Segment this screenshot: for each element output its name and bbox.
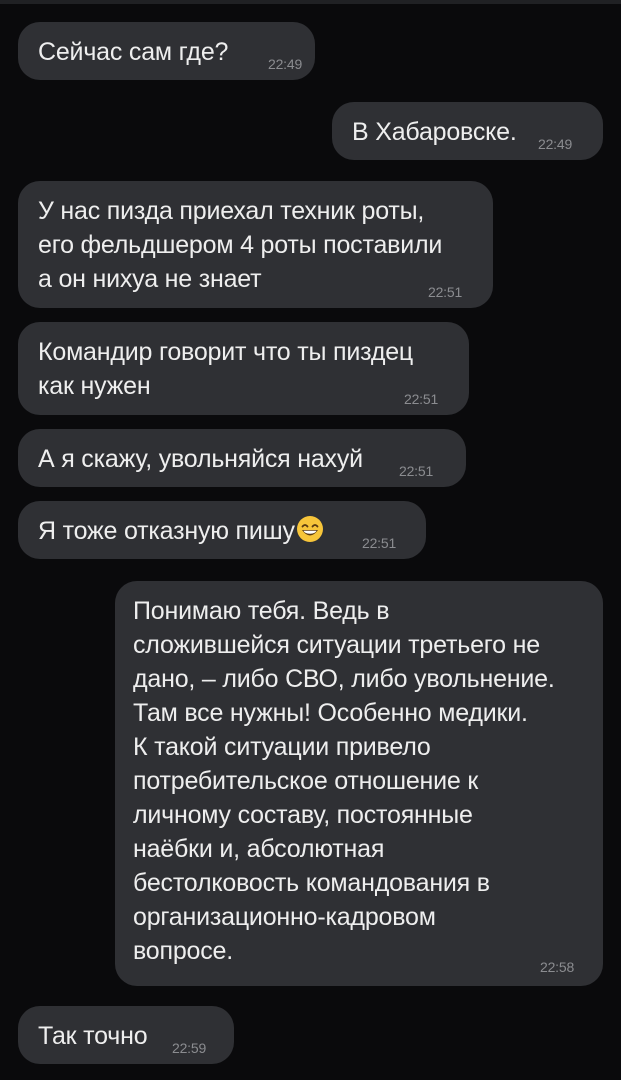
message-text: Сейчас сам где? — [38, 38, 229, 66]
message-outgoing[interactable]: Понимаю тебя. Ведь в сложившейся ситуаци… — [115, 581, 603, 986]
message-incoming[interactable]: Так точно 22:59 — [18, 1006, 234, 1064]
message-text: У нас пизда приехал техник роты, его фел… — [38, 197, 443, 293]
message-time: 22:51 — [399, 463, 434, 479]
message-text: Понимаю тебя. Ведь в сложившейся ситуаци… — [133, 597, 555, 965]
message-time: 22:49 — [538, 136, 573, 152]
message-outgoing[interactable]: В Хабаровске. 22:49 — [332, 102, 603, 160]
message-time: 22:51 — [362, 535, 397, 551]
message-text-content: Я тоже отказную пишу — [38, 517, 295, 545]
message-list[interactable]: Сейчас сам где? 22:49 В Хабаровске. 22:4… — [0, 0, 621, 1080]
message-incoming[interactable]: А я скажу, увольняйся нахуй 22:51 — [18, 429, 466, 487]
message-text: Я тоже отказную пишу — [38, 514, 406, 548]
message-incoming[interactable]: У нас пизда приехал техник роты, его фел… — [18, 181, 493, 308]
message-incoming[interactable]: Сейчас сам где? 22:49 — [18, 22, 315, 80]
message-time: 22:58 — [540, 959, 575, 975]
message-incoming[interactable]: Командир говорит что ты пиздец как нужен… — [18, 322, 469, 415]
message-text: А я скажу, увольняйся нахуй — [38, 445, 363, 473]
message-time: 22:49 — [268, 56, 303, 72]
message-incoming[interactable]: Я тоже отказную пишу 22:51 — [18, 501, 426, 559]
message-text: Командир говорит что ты пиздец как нужен — [38, 338, 414, 400]
grinning-face-with-smiling-eyes-icon — [296, 516, 323, 542]
message-time: 22:51 — [404, 391, 439, 407]
message-time: 22:51 — [428, 284, 463, 300]
message-time: 22:59 — [172, 1040, 207, 1056]
